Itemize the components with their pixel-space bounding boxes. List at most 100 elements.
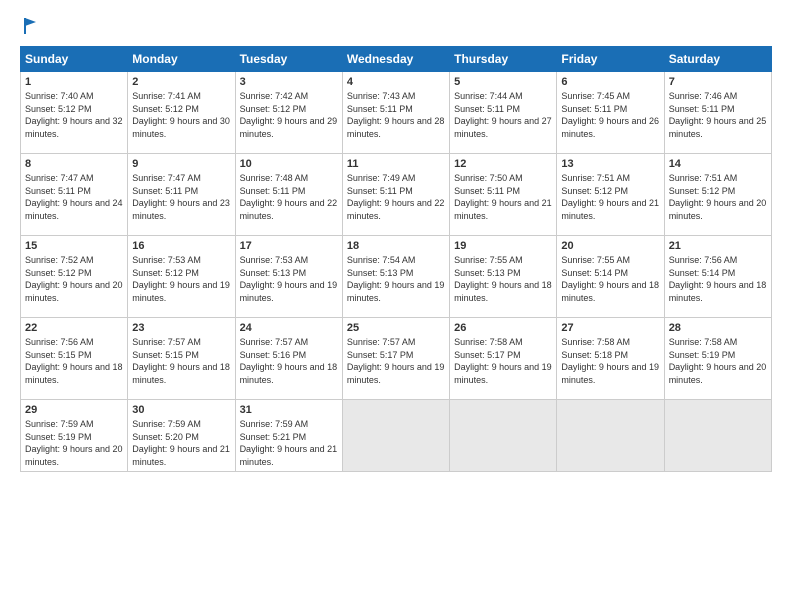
calendar-week-row: 8 Sunrise: 7:47 AMSunset: 5:11 PMDaylight… (21, 154, 772, 236)
cell-info: Sunrise: 7:46 AMSunset: 5:11 PMDaylight:… (669, 90, 767, 140)
cell-info: Sunrise: 7:58 AMSunset: 5:17 PMDaylight:… (454, 336, 552, 386)
cell-info: Sunrise: 7:45 AMSunset: 5:11 PMDaylight:… (561, 90, 659, 140)
cell-info: Sunrise: 7:50 AMSunset: 5:11 PMDaylight:… (454, 172, 552, 222)
day-number: 4 (347, 76, 445, 88)
day-number: 10 (240, 158, 338, 170)
day-number: 11 (347, 158, 445, 170)
calendar-week-row: 29 Sunrise: 7:59 AMSunset: 5:19 PMDayligh… (21, 400, 772, 472)
cell-info: Sunrise: 7:56 AMSunset: 5:14 PMDaylight:… (669, 254, 767, 304)
day-number: 21 (669, 240, 767, 252)
calendar-cell: 4 Sunrise: 7:43 AMSunset: 5:11 PMDaylight… (342, 72, 449, 154)
day-number: 22 (25, 322, 123, 334)
day-of-week-header: Tuesday (235, 47, 342, 72)
day-number: 13 (561, 158, 659, 170)
calendar-cell: 2 Sunrise: 7:41 AMSunset: 5:12 PMDaylight… (128, 72, 235, 154)
calendar-cell: 31Sunrise: 7:59 AMSunset: 5:21 PMDayligh… (235, 400, 342, 472)
cell-info: Sunrise: 7:59 AMSunset: 5:19 PMDaylight:… (25, 418, 123, 468)
calendar-cell: 24Sunrise: 7:57 AMSunset: 5:16 PMDayligh… (235, 318, 342, 400)
cell-info: Sunrise: 7:43 AMSunset: 5:11 PMDaylight:… (347, 90, 445, 140)
cell-info: Sunrise: 7:51 AMSunset: 5:12 PMDaylight:… (669, 172, 767, 222)
cell-info: Sunrise: 7:56 AMSunset: 5:15 PMDaylight:… (25, 336, 123, 386)
day-number: 14 (669, 158, 767, 170)
cell-info: Sunrise: 7:52 AMSunset: 5:12 PMDaylight:… (25, 254, 123, 304)
calendar-cell: 1 Sunrise: 7:40 AMSunset: 5:12 PMDaylight… (21, 72, 128, 154)
day-number: 2 (132, 76, 230, 88)
cell-info: Sunrise: 7:51 AMSunset: 5:12 PMDaylight:… (561, 172, 659, 222)
day-of-week-header: Thursday (450, 47, 557, 72)
calendar-week-row: 1 Sunrise: 7:40 AMSunset: 5:12 PMDaylight… (21, 72, 772, 154)
calendar-cell: 15 Sunrise: 7:52 AMSunset: 5:12 PMDayligh… (21, 236, 128, 318)
cell-info: Sunrise: 7:58 AMSunset: 5:18 PMDaylight:… (561, 336, 659, 386)
cell-info: Sunrise: 7:53 AMSunset: 5:13 PMDaylight:… (240, 254, 338, 304)
calendar-cell: 23 Sunrise: 7:57 AMSunset: 5:15 PMDayligh… (128, 318, 235, 400)
calendar-cell: 8 Sunrise: 7:47 AMSunset: 5:11 PMDaylight… (21, 154, 128, 236)
calendar-cell (557, 400, 664, 472)
calendar-cell: 14 Sunrise: 7:51 AMSunset: 5:12 PMDayligh… (664, 154, 771, 236)
day-number: 12 (454, 158, 552, 170)
cell-info: Sunrise: 7:55 AMSunset: 5:14 PMDaylight:… (561, 254, 659, 304)
calendar-cell: 13 Sunrise: 7:51 AMSunset: 5:12 PMDayligh… (557, 154, 664, 236)
calendar-cell (450, 400, 557, 472)
cell-info: Sunrise: 7:58 AMSunset: 5:19 PMDaylight:… (669, 336, 767, 386)
cell-info: Sunrise: 7:41 AMSunset: 5:12 PMDaylight:… (132, 90, 230, 140)
calendar-cell: 7 Sunrise: 7:46 AMSunset: 5:11 PMDaylight… (664, 72, 771, 154)
day-number: 15 (25, 240, 123, 252)
cell-info: Sunrise: 7:53 AMSunset: 5:12 PMDaylight:… (132, 254, 230, 304)
calendar-cell: 11 Sunrise: 7:49 AMSunset: 5:11 PMDayligh… (342, 154, 449, 236)
header (20, 16, 772, 36)
cell-info: Sunrise: 7:59 AMSunset: 5:20 PMDaylight:… (132, 418, 230, 468)
day-number: 20 (561, 240, 659, 252)
day-number: 28 (669, 322, 767, 334)
calendar-cell: 9Sunrise: 7:47 AMSunset: 5:11 PMDaylight… (128, 154, 235, 236)
calendar-cell: 19 Sunrise: 7:55 AMSunset: 5:13 PMDayligh… (450, 236, 557, 318)
calendar-cell (342, 400, 449, 472)
cell-info: Sunrise: 7:57 AMSunset: 5:15 PMDaylight:… (132, 336, 230, 386)
day-number: 3 (240, 76, 338, 88)
calendar-cell: 27 Sunrise: 7:58 AMSunset: 5:18 PMDayligh… (557, 318, 664, 400)
calendar-cell: 25 Sunrise: 7:57 AMSunset: 5:17 PMDayligh… (342, 318, 449, 400)
day-number: 25 (347, 322, 445, 334)
day-number: 7 (669, 76, 767, 88)
calendar-cell: 18 Sunrise: 7:54 AMSunset: 5:13 PMDayligh… (342, 236, 449, 318)
calendar-cell (664, 400, 771, 472)
calendar-cell: 21 Sunrise: 7:56 AMSunset: 5:14 PMDayligh… (664, 236, 771, 318)
calendar-cell: 12 Sunrise: 7:50 AMSunset: 5:11 PMDayligh… (450, 154, 557, 236)
cell-info: Sunrise: 7:49 AMSunset: 5:11 PMDaylight:… (347, 172, 445, 222)
calendar-cell: 22 Sunrise: 7:56 AMSunset: 5:15 PMDayligh… (21, 318, 128, 400)
day-number: 9 (132, 158, 230, 170)
day-number: 27 (561, 322, 659, 334)
calendar-cell: 20 Sunrise: 7:55 AMSunset: 5:14 PMDayligh… (557, 236, 664, 318)
day-number: 31 (240, 404, 338, 416)
day-number: 17 (240, 240, 338, 252)
cell-info: Sunrise: 7:54 AMSunset: 5:13 PMDaylight:… (347, 254, 445, 304)
calendar-cell: 17 Sunrise: 7:53 AMSunset: 5:13 PMDayligh… (235, 236, 342, 318)
day-of-week-header: Friday (557, 47, 664, 72)
day-number: 8 (25, 158, 123, 170)
calendar-cell: 16 Sunrise: 7:53 AMSunset: 5:12 PMDayligh… (128, 236, 235, 318)
calendar-cell: 26 Sunrise: 7:58 AMSunset: 5:17 PMDayligh… (450, 318, 557, 400)
calendar-cell: 29 Sunrise: 7:59 AMSunset: 5:19 PMDayligh… (21, 400, 128, 472)
logo (20, 16, 42, 36)
cell-info: Sunrise: 7:57 AMSunset: 5:16 PMDaylight:… (240, 336, 338, 386)
cell-info: Sunrise: 7:55 AMSunset: 5:13 PMDaylight:… (454, 254, 552, 304)
cell-info: Sunrise: 7:48 AMSunset: 5:11 PMDaylight:… (240, 172, 338, 222)
calendar-table: SundayMondayTuesdayWednesdayThursdayFrid… (20, 46, 772, 472)
day-number: 16 (132, 240, 230, 252)
day-number: 26 (454, 322, 552, 334)
cell-info: Sunrise: 7:40 AMSunset: 5:12 PMDaylight:… (25, 90, 123, 140)
day-number: 30 (132, 404, 230, 416)
cell-info: Sunrise: 7:47 AMSunset: 5:11 PMDaylight:… (25, 172, 123, 222)
calendar-cell: 5 Sunrise: 7:44 AMSunset: 5:11 PMDaylight… (450, 72, 557, 154)
day-number: 1 (25, 76, 123, 88)
cell-info: Sunrise: 7:57 AMSunset: 5:17 PMDaylight:… (347, 336, 445, 386)
day-number: 19 (454, 240, 552, 252)
calendar-cell: 28 Sunrise: 7:58 AMSunset: 5:19 PMDayligh… (664, 318, 771, 400)
days-header-row: SundayMondayTuesdayWednesdayThursdayFrid… (21, 47, 772, 72)
calendar-week-row: 22 Sunrise: 7:56 AMSunset: 5:15 PMDayligh… (21, 318, 772, 400)
day-number: 5 (454, 76, 552, 88)
calendar-cell: 30 Sunrise: 7:59 AMSunset: 5:20 PMDayligh… (128, 400, 235, 472)
cell-info: Sunrise: 7:44 AMSunset: 5:11 PMDaylight:… (454, 90, 552, 140)
day-number: 23 (132, 322, 230, 334)
day-number: 29 (25, 404, 123, 416)
day-number: 18 (347, 240, 445, 252)
